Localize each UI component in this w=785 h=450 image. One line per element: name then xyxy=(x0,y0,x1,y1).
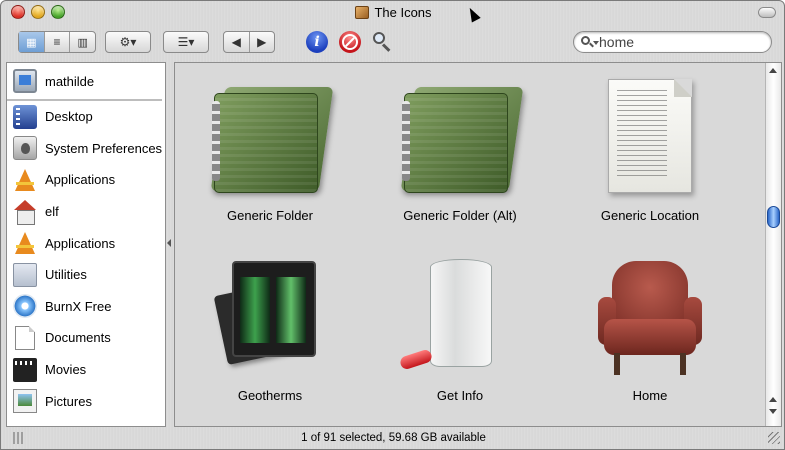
sidebar-item-label: Movies xyxy=(45,362,87,378)
sidebar-item-utilities[interactable]: Utilities xyxy=(7,259,165,291)
green-folder-icon xyxy=(210,77,334,197)
view-mode-control[interactable]: ▦ ≡ ▥ xyxy=(18,31,96,53)
document-page-icon xyxy=(590,77,710,197)
columns-icon: ▥ xyxy=(77,36,88,49)
sidebar-item-label: Utilities xyxy=(45,267,87,283)
file-item[interactable]: Geotherms xyxy=(175,243,365,413)
toolbar: ▦ ≡ ▥ ⚙▾ ☰▾ ◀ ▶ i xyxy=(1,27,784,59)
sidebar-item-label: Applications xyxy=(45,235,116,251)
window-title: The Icons xyxy=(374,5,432,20)
burnx-icon xyxy=(13,294,37,319)
action-menu-button[interactable]: ⚙▾ xyxy=(105,31,151,53)
armchair-icon xyxy=(590,257,710,377)
file-item-label: Generic Location xyxy=(600,208,700,223)
sidebar-item-elf[interactable]: elf xyxy=(7,196,165,228)
sidebar-item-desktop[interactable]: Desktop xyxy=(7,101,165,133)
back-forward-control[interactable]: ◀ ▶ xyxy=(223,31,275,53)
file-grid: Generic Folder Generic Folder (Alt) Gene… xyxy=(175,63,765,426)
sidebar-item-label: Pictures xyxy=(45,393,92,409)
arrange-menu-button[interactable]: ☰▾ xyxy=(163,31,209,53)
sidebar-item-label: Documents xyxy=(45,330,111,346)
pictures-icon xyxy=(13,389,37,414)
window-title-wrap: The Icons xyxy=(1,5,784,20)
sidebar-item-documents[interactable]: Documents xyxy=(7,322,165,354)
scroll-up-arrow-icon[interactable] xyxy=(769,397,777,402)
back-button[interactable]: ◀ xyxy=(224,32,249,52)
magnifier-icon[interactable] xyxy=(371,31,393,53)
file-item[interactable]: Generic Folder (Alt) xyxy=(365,63,555,233)
search-input[interactable] xyxy=(599,34,764,50)
glass-and-pill-icon xyxy=(398,257,520,377)
sidebar-item-label: elf xyxy=(45,204,59,220)
arrange-icon: ☰▾ xyxy=(177,35,195,49)
icon-view-pane[interactable]: Generic Folder Generic Folder (Alt) Gene… xyxy=(174,62,782,427)
scroll-thumb[interactable] xyxy=(767,206,780,228)
toolbar-toggle-button[interactable] xyxy=(758,7,776,18)
icon-grid-icon: ▦ xyxy=(26,36,37,49)
file-item[interactable]: Generic Location xyxy=(555,63,745,233)
forward-button[interactable]: ▶ xyxy=(248,32,275,52)
search-icon xyxy=(581,36,594,48)
list-view-button[interactable]: ≡ xyxy=(43,32,70,52)
home-icon xyxy=(13,199,37,225)
file-item[interactable]: Generic Folder xyxy=(175,63,365,233)
scroll-down-arrow-icon[interactable] xyxy=(769,409,777,414)
file-item-label: Generic Folder xyxy=(227,208,313,223)
system-preferences-icon xyxy=(13,136,37,161)
back-arrow-icon: ◀ xyxy=(231,35,241,49)
folder-box-icon xyxy=(355,6,370,19)
file-item-label: Geotherms xyxy=(237,388,303,403)
sidebar-splitter-handle[interactable] xyxy=(167,239,171,247)
applications-icon xyxy=(13,168,37,192)
file-item-label: Home xyxy=(632,388,668,403)
finder-window: The Icons ▦ ≡ ▥ ⚙▾ ☰▾ ◀ ▶ i home mathild… xyxy=(0,0,785,450)
vertical-scrollbar[interactable] xyxy=(765,63,781,426)
gear-icon: ⚙▾ xyxy=(119,35,137,49)
file-item[interactable]: Get Info xyxy=(365,243,555,413)
sidebar-item-label: System Preferences xyxy=(45,140,163,156)
status-bar: 1 of 91 selected, 59.68 GB available xyxy=(301,432,486,444)
sidebar-item-pictures[interactable]: Pictures xyxy=(7,385,165,417)
sidebar-item-movies[interactable]: Movies xyxy=(7,354,165,386)
green-folder-icon xyxy=(400,77,524,197)
file-item-label: Generic Folder (Alt) xyxy=(403,208,517,223)
documents-icon xyxy=(15,325,35,350)
sidebar: mathilde Desktop System Preferences Appl… xyxy=(6,62,166,427)
sidebar-item-label: Desktop xyxy=(45,109,93,125)
stop-icon[interactable] xyxy=(339,31,361,53)
sidebar-item-system-preferences[interactable]: System Preferences xyxy=(7,133,165,165)
movies-icon xyxy=(13,357,37,382)
sidebar-item-computer[interactable]: mathilde xyxy=(7,63,162,101)
forward-arrow-icon: ▶ xyxy=(257,35,267,49)
icon-view-button[interactable]: ▦ xyxy=(19,32,44,52)
info-icon[interactable]: i xyxy=(306,31,328,53)
sidebar-item-burnx-free[interactable]: BurnX Free xyxy=(7,291,165,323)
list-icon: ≡ xyxy=(53,35,61,49)
sidebar-item-applications[interactable]: Applications xyxy=(7,164,165,196)
utilities-folder-icon xyxy=(13,262,37,287)
column-view-button[interactable]: ▥ xyxy=(69,32,95,52)
sidebar-item-label: Applications xyxy=(45,172,116,188)
computer-icon xyxy=(13,69,37,93)
window-resize-grip-icon[interactable] xyxy=(768,432,780,444)
search-field[interactable] xyxy=(573,31,772,53)
file-item-label: Get Info xyxy=(436,388,484,403)
title-bar[interactable]: The Icons xyxy=(1,1,784,25)
film-slides-icon xyxy=(210,257,330,377)
file-item[interactable]: Home xyxy=(555,243,745,413)
applications-icon xyxy=(13,231,37,255)
desktop-icon xyxy=(13,104,37,129)
sidebar-item-applications-2[interactable]: Applications xyxy=(7,227,165,259)
sidebar-item-label: BurnX Free xyxy=(45,298,112,314)
info-glyph: i xyxy=(314,34,320,50)
sidebar-item-label: mathilde xyxy=(45,73,95,89)
scroll-up-arrow-icon[interactable] xyxy=(769,68,777,73)
